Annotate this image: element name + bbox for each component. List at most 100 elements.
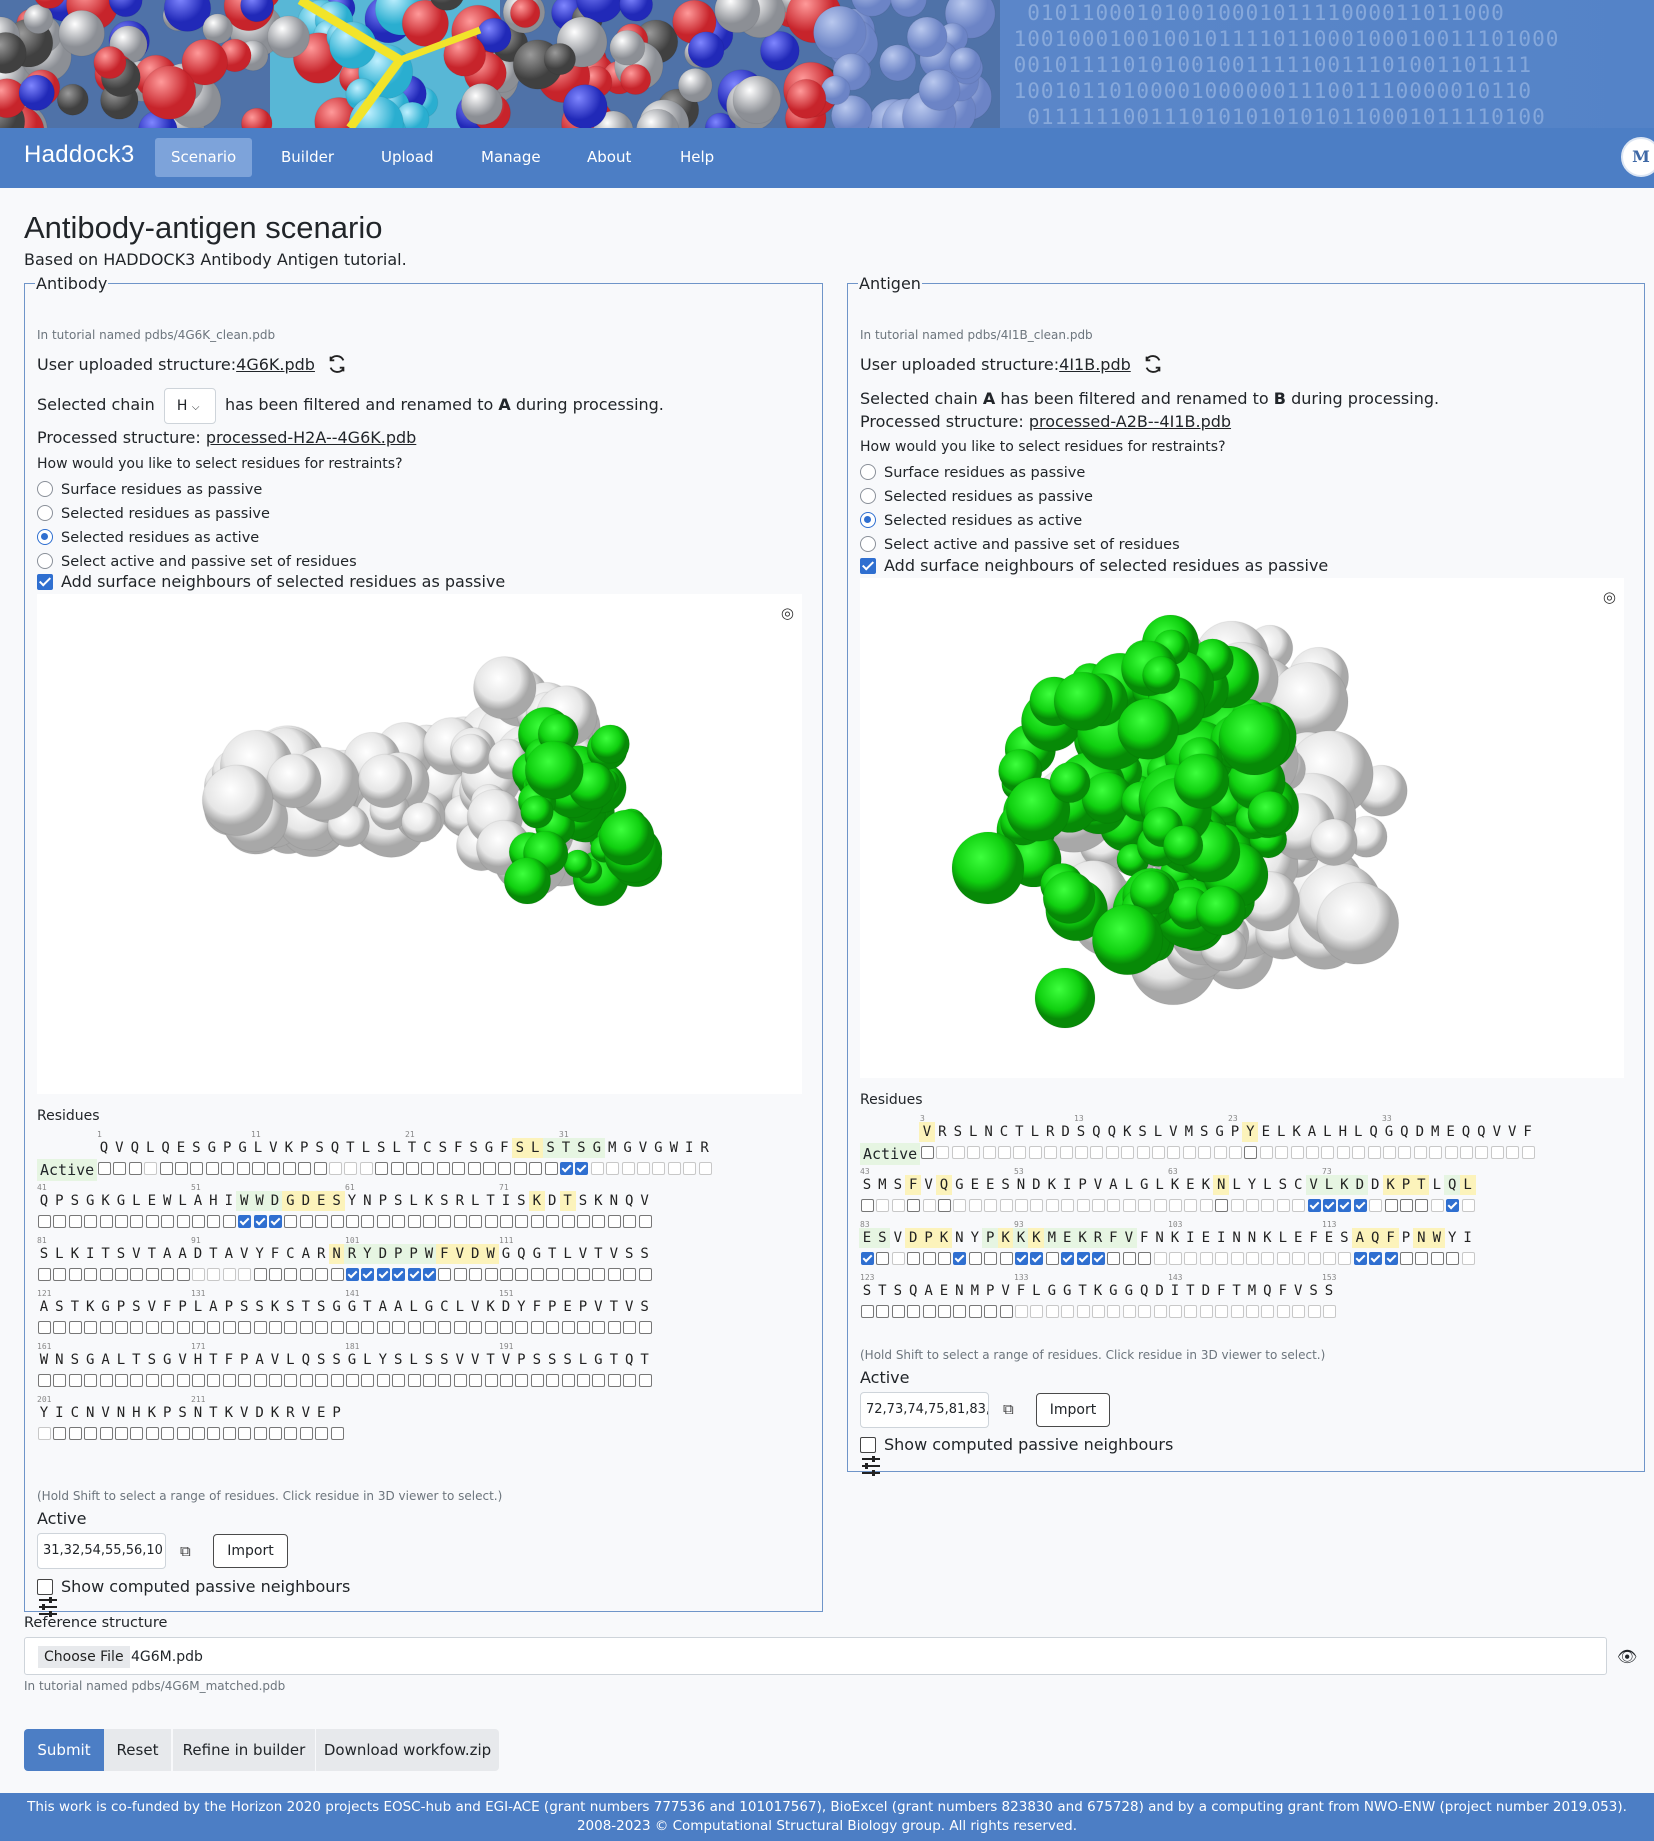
residue-checkbox[interactable] [1090, 1146, 1104, 1159]
residue-checkbox[interactable] [469, 1321, 483, 1334]
residue-letter[interactable]: V [111, 1138, 127, 1158]
residue-checkbox[interactable] [284, 1321, 298, 1334]
residue-checkbox[interactable] [330, 1427, 344, 1440]
residue-checkbox[interactable] [1369, 1252, 1383, 1265]
residue-checkbox[interactable] [951, 1146, 965, 1159]
residue-letter[interactable]: V [890, 1228, 906, 1248]
residue-checkbox[interactable] [484, 1215, 498, 1228]
residue-letter[interactable]: P [982, 1281, 998, 1301]
antigen-option-selected-passive[interactable]: Selected residues as passive [860, 487, 1093, 507]
residue-letter[interactable]: A [1105, 1175, 1121, 1195]
residue-letter[interactable]: T [1011, 1122, 1027, 1142]
residue-checkbox[interactable] [329, 1162, 342, 1175]
residue-checkbox[interactable] [236, 1162, 250, 1175]
checkbox[interactable] [860, 1437, 876, 1453]
residue-letter[interactable]: E [144, 1191, 160, 1211]
residue-letter[interactable]: G [951, 1175, 967, 1195]
residue-letter[interactable]: Y [252, 1244, 268, 1264]
residue-letter[interactable]: S [435, 1138, 451, 1158]
residue-checkbox[interactable] [1490, 1146, 1504, 1159]
residue-letter[interactable]: S [67, 1191, 83, 1211]
residue-checkbox[interactable] [176, 1215, 190, 1228]
residue-checkbox[interactable] [284, 1268, 298, 1281]
residue-checkbox[interactable] [623, 1215, 637, 1228]
residue-letter[interactable]: V [451, 1244, 468, 1264]
residue-letter[interactable]: G [344, 1350, 360, 1370]
residue-letter[interactable]: Q [127, 1138, 143, 1158]
residue-letter[interactable]: S [390, 1350, 406, 1370]
residue-letter[interactable]: L [358, 1138, 374, 1158]
residue-checkbox[interactable] [222, 1427, 236, 1440]
residue-checkbox[interactable] [638, 1321, 652, 1334]
residue-checkbox[interactable] [515, 1374, 529, 1387]
residue-checkbox[interactable] [392, 1268, 406, 1281]
residue-letter[interactable]: K [221, 1403, 237, 1423]
residue-letter[interactable]: V [128, 1244, 144, 1264]
residue-letter[interactable]: E [1443, 1122, 1459, 1142]
residue-checkbox[interactable] [1338, 1252, 1352, 1265]
residue-checkbox[interactable] [438, 1215, 452, 1228]
residue-letter[interactable]: H [205, 1191, 221, 1211]
residue-letter[interactable]: D [498, 1297, 514, 1317]
residue-letter[interactable]: Y [344, 1191, 360, 1211]
residue-checkbox[interactable] [1338, 1199, 1352, 1212]
residue-letter[interactable]: L [452, 1297, 468, 1317]
residue-letter[interactable]: S [421, 1350, 437, 1370]
residue-letter[interactable]: Q [1136, 1281, 1152, 1301]
residue-checkbox[interactable] [161, 1427, 175, 1440]
residue-letter[interactable]: G [282, 1191, 299, 1211]
residue-letter[interactable]: L [1229, 1175, 1245, 1195]
residue-checkbox[interactable] [592, 1215, 606, 1228]
residue-letter[interactable]: K [1074, 1228, 1091, 1248]
residue-letter[interactable]: N [606, 1191, 622, 1211]
residue-checkbox[interactable] [346, 1268, 359, 1281]
residue-letter[interactable]: H [190, 1350, 206, 1370]
residue-letter[interactable]: E [859, 1228, 875, 1248]
residue-letter[interactable]: E [1059, 1228, 1076, 1248]
residue-letter[interactable]: S [890, 1175, 906, 1195]
residue-letter[interactable]: Q [158, 1138, 174, 1158]
residue-letter[interactable]: G [159, 1350, 175, 1370]
antibody-import-button[interactable]: Import [213, 1534, 288, 1568]
residue-checkbox[interactable] [907, 1199, 921, 1212]
nav-help[interactable]: Help [664, 138, 730, 177]
residue-letter[interactable]: G [529, 1244, 545, 1264]
residue-checkbox[interactable] [1430, 1199, 1444, 1212]
checkbox[interactable] [37, 1579, 53, 1595]
user-avatar[interactable]: M [1621, 137, 1654, 177]
residue-letter[interactable]: L [527, 1138, 544, 1158]
residue-letter[interactable]: S [637, 1297, 653, 1317]
residue-checkbox[interactable] [1461, 1252, 1475, 1265]
residue-letter[interactable]: K [1119, 1122, 1135, 1142]
residue-letter[interactable]: G [650, 1138, 666, 1158]
residue-checkbox[interactable] [561, 1215, 575, 1228]
residue-checkbox[interactable] [176, 1427, 190, 1440]
residue-letter[interactable]: I [1460, 1228, 1476, 1248]
residue-letter[interactable]: R [313, 1244, 329, 1264]
residue-checkbox[interactable] [315, 1427, 329, 1440]
residue-letter[interactable]: V [236, 1403, 252, 1423]
residue-letter[interactable]: V [98, 1403, 114, 1423]
residue-letter[interactable]: P [1398, 1228, 1414, 1248]
residue-letter[interactable]: S [67, 1350, 83, 1370]
residue-checkbox[interactable] [1015, 1305, 1028, 1318]
residue-letter[interactable]: Q [621, 1350, 637, 1370]
residue-checkbox[interactable] [376, 1268, 390, 1281]
residue-letter[interactable]: L [128, 1191, 144, 1211]
residue-checkbox[interactable] [907, 1305, 921, 1318]
residue-letter[interactable]: Q [1104, 1122, 1120, 1142]
residue-letter[interactable]: S [113, 1244, 129, 1264]
residue-letter[interactable]: K [528, 1191, 545, 1211]
residue-checkbox[interactable] [238, 1215, 252, 1228]
residue-letter[interactable]: A [298, 1244, 314, 1264]
residue-checkbox[interactable] [1076, 1252, 1090, 1265]
residue-letter[interactable]: S [282, 1297, 298, 1317]
residue-letter[interactable]: H [1335, 1122, 1351, 1142]
residue-checkbox[interactable] [1276, 1199, 1290, 1212]
residue-checkbox[interactable] [361, 1215, 375, 1228]
residue-checkbox[interactable] [1153, 1199, 1167, 1212]
residue-checkbox[interactable] [423, 1374, 436, 1387]
residue-checkbox[interactable] [53, 1321, 67, 1334]
residue-checkbox[interactable] [192, 1215, 205, 1228]
residue-letter[interactable]: K [1259, 1228, 1275, 1248]
